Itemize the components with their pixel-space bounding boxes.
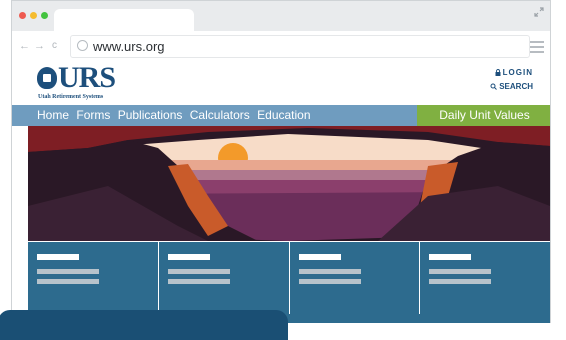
- address-bar-row: ← → c www.urs.org: [12, 31, 550, 62]
- fullscreen-icon[interactable]: [534, 7, 544, 17]
- close-window-dot[interactable]: [19, 12, 26, 19]
- url-input[interactable]: www.urs.org: [70, 35, 530, 58]
- feature-tile[interactable]: [289, 242, 421, 314]
- feature-tile[interactable]: [420, 242, 550, 314]
- tile-text-placeholder: [37, 279, 99, 284]
- globe-icon: [77, 40, 88, 51]
- logo-text[interactable]: URS: [58, 63, 116, 93]
- browser-window: ← → c www.urs.org URS Utah Retirement Sy…: [11, 0, 551, 323]
- login-link[interactable]: LOGIN: [495, 68, 533, 77]
- search-link[interactable]: SEARCH: [490, 82, 533, 91]
- nav-item-publications[interactable]: Publications: [118, 108, 183, 122]
- search-label: SEARCH: [499, 82, 533, 91]
- main-nav: Home Forms Publications Calculators Educ…: [12, 105, 550, 126]
- lock-icon: [495, 69, 501, 76]
- minimize-window-dot[interactable]: [30, 12, 37, 19]
- site-header: URS Utah Retirement Systems LOGIN SEARCH: [12, 61, 550, 105]
- tile-text-placeholder: [429, 279, 492, 284]
- tile-title-placeholder: [37, 254, 79, 260]
- menu-icon[interactable]: [530, 41, 544, 56]
- browser-titlebar: [12, 1, 550, 31]
- maximize-window-dot[interactable]: [41, 12, 48, 19]
- tile-text-placeholder: [37, 269, 99, 274]
- tile-text-placeholder: [429, 269, 492, 274]
- tile-title-placeholder: [429, 254, 472, 260]
- feature-tile[interactable]: [158, 242, 290, 314]
- browser-tab[interactable]: [54, 9, 194, 31]
- forward-icon[interactable]: →: [34, 39, 45, 53]
- login-label: LOGIN: [502, 68, 533, 77]
- nav-item-education[interactable]: Education: [257, 108, 310, 122]
- nav-item-calculators[interactable]: Calculators: [190, 108, 250, 122]
- tile-text-placeholder: [298, 269, 361, 274]
- nav-item-home[interactable]: Home: [37, 108, 69, 122]
- url-text: www.urs.org: [93, 39, 165, 54]
- feature-tiles: [28, 242, 550, 314]
- logo-subtitle: Utah Retirement Systems: [38, 94, 104, 100]
- reload-icon[interactable]: c: [52, 39, 57, 53]
- overlay-card: [0, 310, 288, 340]
- tile-text-placeholder: [298, 279, 361, 284]
- feature-tile[interactable]: [28, 242, 159, 314]
- tile-title-placeholder: [298, 254, 341, 260]
- tile-title-placeholder: [167, 254, 210, 260]
- back-icon[interactable]: ←: [19, 39, 30, 53]
- tile-text-placeholder: [167, 279, 230, 284]
- nav-item-forms[interactable]: Forms: [76, 108, 110, 122]
- search-icon: [490, 83, 498, 90]
- tile-text-placeholder: [167, 269, 230, 274]
- logo-emblem-icon[interactable]: [37, 67, 57, 89]
- hero-canyon-illustration: [28, 126, 550, 241]
- daily-unit-values-button[interactable]: Daily Unit Values: [417, 105, 550, 126]
